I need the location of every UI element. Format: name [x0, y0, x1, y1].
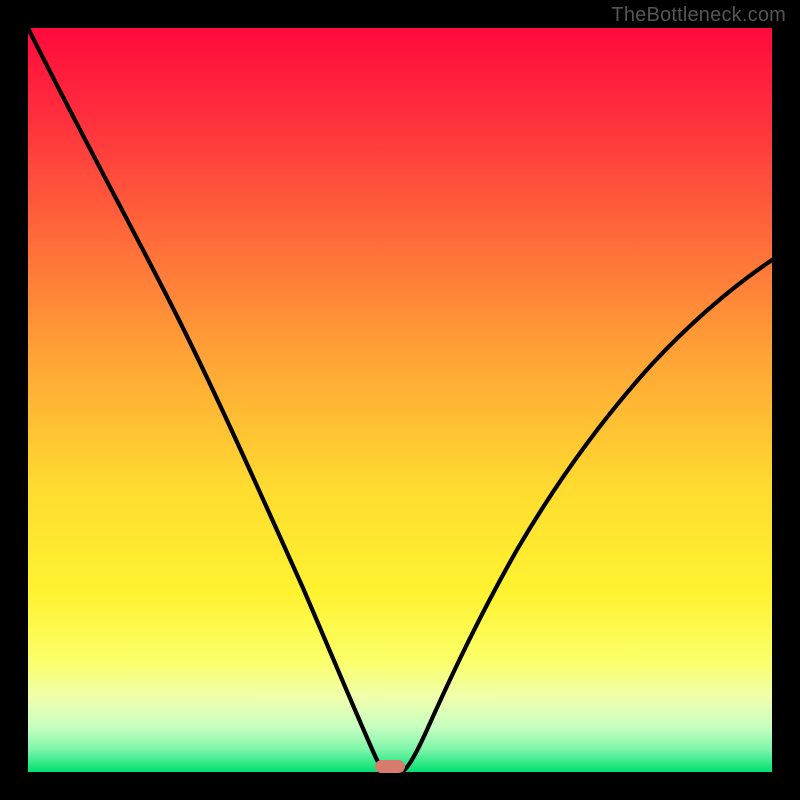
chart-container: TheBottleneck.com	[0, 0, 800, 800]
plot-area	[28, 28, 772, 772]
optimal-marker	[375, 760, 405, 773]
bottleneck-curve	[28, 28, 772, 772]
watermark-text: TheBottleneck.com	[611, 4, 786, 27]
